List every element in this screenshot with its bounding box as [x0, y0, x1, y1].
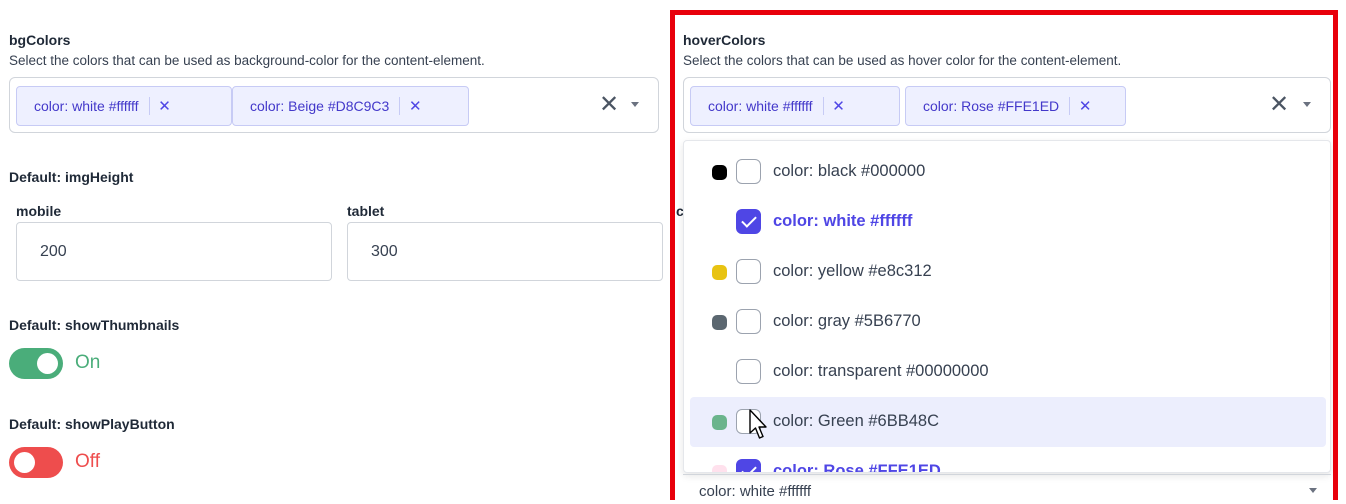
tablet-height-input[interactable]: 300: [347, 222, 663, 281]
remove-tag-icon[interactable]: ✕: [400, 97, 430, 115]
imgheight-title: Default: imgHeight: [9, 169, 134, 185]
toggle-knob: [37, 353, 58, 374]
clear-all-icon[interactable]: ✕: [599, 93, 619, 117]
bgcolors-multiselect[interactable]: color: white #ffffff ✕ color: Beige #D8C…: [9, 77, 659, 133]
toggle-knob: [14, 452, 35, 473]
showthumbnails-title: Default: showThumbnails: [9, 317, 180, 333]
mobile-height-input[interactable]: 200: [16, 222, 332, 281]
highlight-frame: [670, 10, 1338, 500]
bgcolors-title: bgColors: [9, 32, 71, 48]
mobile-label: mobile: [16, 203, 62, 219]
bgcolors-tag-white: color: white #ffffff ✕: [16, 86, 232, 126]
showthumbnails-state: On: [75, 352, 101, 373]
tablet-label: tablet: [347, 203, 385, 219]
showplaybutton-title: Default: showPlayButton: [9, 416, 175, 432]
bgcolors-description: Select the colors that can be used as ba…: [9, 53, 485, 68]
bgcolors-tag-beige: color: Beige #D8C9C3 ✕: [232, 86, 469, 126]
tag-label: color: Beige #D8C9C3: [250, 98, 390, 114]
showplaybutton-state: Off: [75, 451, 100, 472]
showplaybutton-toggle[interactable]: [9, 447, 63, 478]
tag-label: color: white #ffffff: [34, 98, 139, 114]
remove-tag-icon[interactable]: ✕: [150, 97, 180, 115]
showthumbnails-toggle[interactable]: [9, 348, 63, 379]
chevron-down-icon[interactable]: [631, 102, 639, 107]
